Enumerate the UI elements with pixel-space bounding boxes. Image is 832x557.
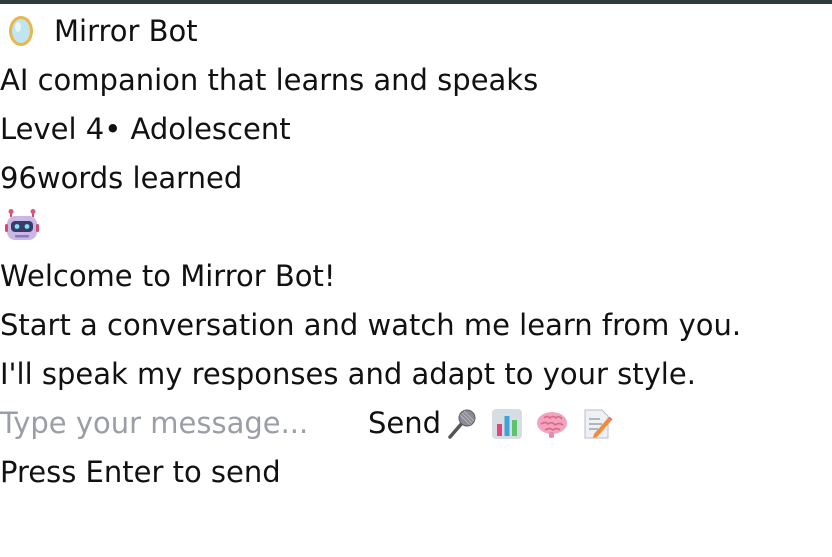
mirror-icon	[7, 15, 35, 47]
microphone-icon	[444, 407, 478, 441]
app-title: Mirror Bot	[54, 14, 198, 48]
brain-icon	[535, 407, 569, 441]
welcome-line-1: Start a conversation and watch me learn …	[0, 308, 742, 342]
message-input[interactable]	[0, 403, 360, 443]
app-subtitle: AI companion that learns and speaks	[0, 63, 539, 97]
memo-icon	[580, 407, 614, 441]
welcome-heading: Welcome to Mirror Bot!	[0, 259, 336, 293]
microphone-button[interactable]	[444, 407, 478, 441]
brain-button[interactable]	[535, 407, 569, 441]
words-learned-count: 96words learned	[0, 161, 243, 195]
robot-icon	[5, 208, 39, 244]
notes-button[interactable]	[580, 407, 614, 441]
send-button[interactable]: Send	[368, 403, 441, 443]
window-top-bar	[0, 0, 832, 4]
message-composer: Send	[0, 403, 832, 445]
stats-button[interactable]	[490, 407, 524, 441]
bar-chart-icon	[490, 407, 524, 441]
level-status: Level 4• Adolescent	[0, 112, 291, 146]
welcome-line-2: I'll speak my responses and adapt to you…	[0, 357, 696, 391]
send-hint: Press Enter to send	[0, 455, 281, 489]
